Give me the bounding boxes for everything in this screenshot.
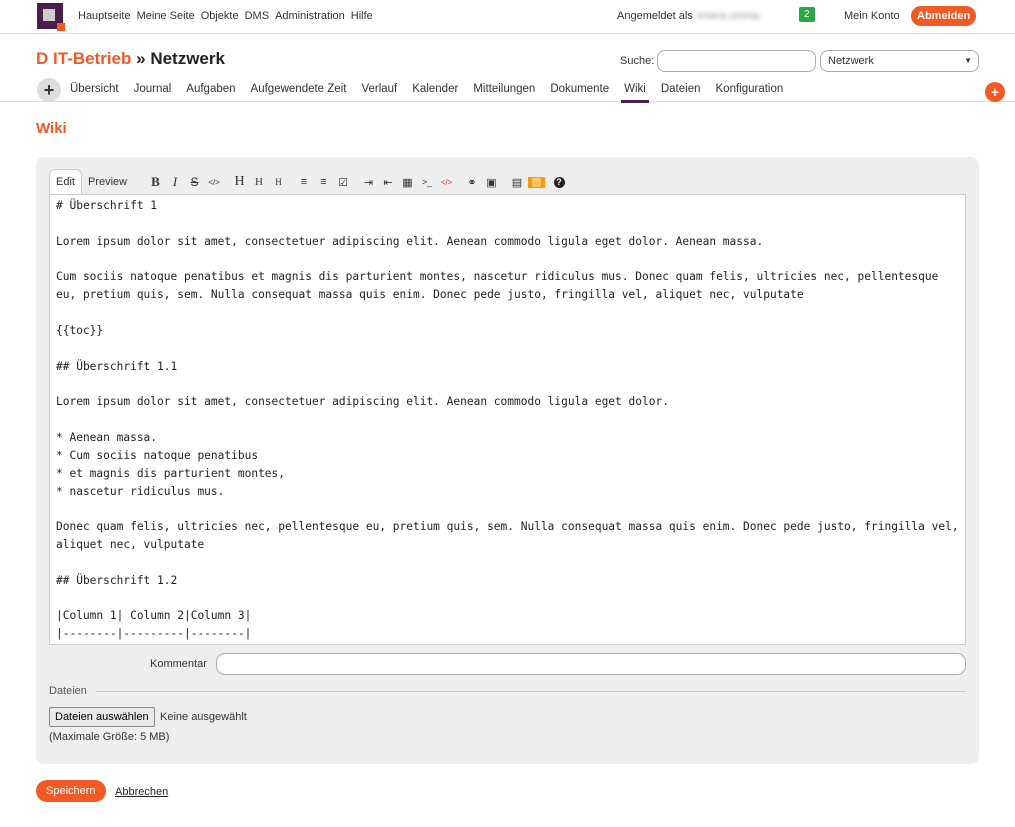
italic-icon[interactable]: I (167, 174, 184, 190)
divider (96, 691, 966, 692)
unordered-list-icon[interactable]: ≡ (296, 176, 313, 188)
page-title: Wiki (36, 120, 67, 137)
choose-files-button[interactable]: Dateien auswählen (49, 707, 155, 727)
heading-1-icon[interactable]: H (231, 174, 248, 190)
heading-2-icon[interactable]: H (251, 176, 268, 188)
tab-time-spent[interactable]: Aufgewendete Zeit (251, 83, 347, 103)
project-select[interactable]: Netzwerk ▼ (820, 50, 979, 72)
max-size-note: (Maximale Größe: 5 MB) (49, 731, 170, 743)
code-highlight-icon[interactable]: </> (438, 178, 455, 187)
header: D IT-Betrieb » Netzwerk Suche: Netzwerk ▼… (0, 34, 1015, 103)
menu-my-page[interactable]: Meine Seite (137, 10, 195, 22)
editor-tabs: Edit Preview (49, 169, 133, 194)
wiki-edit-form: Edit Preview B I S </> H H H ≡ ≡ ☑ ⇥ ⇤ ▦… (36, 157, 979, 764)
tab-documents[interactable]: Dokumente (550, 83, 609, 103)
logged-in-as: Angemeldet als xmera omnia (617, 10, 759, 22)
menu-projects[interactable]: Objekte (201, 10, 239, 22)
project-select-value: Netzwerk (828, 55, 874, 67)
parent-project-link[interactable]: D IT-Betrieb (36, 49, 131, 68)
new-object-button[interactable]: + (37, 78, 61, 102)
project-title: Netzwerk (150, 49, 225, 68)
tab-edit[interactable]: Edit (49, 169, 82, 194)
tab-settings[interactable]: Konfiguration (716, 83, 784, 103)
tab-calendar[interactable]: Kalender (412, 83, 458, 103)
tab-overview[interactable]: Übersicht (70, 83, 119, 103)
strikethrough-icon[interactable]: S (186, 175, 203, 189)
add-button[interactable]: + (985, 82, 1005, 102)
dropdown-arrow-icon: ▼ (964, 56, 972, 65)
pre-icon[interactable]: >_ (419, 177, 436, 187)
inline-code-icon[interactable]: </> (206, 178, 223, 187)
help-icon[interactable]: ? (553, 176, 565, 188)
tab-news[interactable]: Mitteilungen (473, 83, 535, 103)
search-label: Suche: (620, 55, 655, 67)
menu-home[interactable]: Hauptseite (78, 10, 131, 22)
tab-journal[interactable]: Journal (134, 83, 172, 103)
outdent-icon[interactable]: ⇤ (380, 176, 397, 189)
tab-files[interactable]: Dateien (661, 83, 701, 103)
document-icon[interactable]: ▤ (509, 176, 526, 189)
link-icon[interactable]: ⚭ (464, 176, 481, 189)
tab-preview[interactable]: Preview (82, 170, 133, 194)
image-icon[interactable]: ▣ (483, 176, 500, 189)
top-menu: Hauptseite Meine Seite Objekte DMS Admin… (78, 10, 373, 22)
menu-administration[interactable]: Administration (275, 10, 345, 22)
notification-badge[interactable]: 2 (799, 7, 815, 22)
wiki-content-textarea[interactable]: # Überschrift 1 Lorem ipsum dolor sit am… (49, 194, 966, 645)
tab-wiki[interactable]: Wiki (621, 83, 649, 103)
diagram-icon[interactable]: ▧ (528, 176, 545, 188)
ordered-list-icon[interactable]: ≡ (315, 176, 332, 188)
files-legend: Dateien (49, 685, 87, 697)
logged-as-label: Angemeldet als (617, 10, 693, 22)
top-bar: Hauptseite Meine Seite Objekte DMS Admin… (0, 0, 1015, 34)
breadcrumb: D IT-Betrieb » Netzwerk (36, 49, 225, 69)
my-account-link[interactable]: Mein Konto (844, 10, 900, 22)
indent-icon[interactable]: ⇥ (360, 176, 377, 189)
menu-dms[interactable]: DMS (245, 10, 269, 22)
username[interactable]: xmera omnia (696, 10, 760, 22)
bold-icon[interactable]: B (147, 174, 164, 190)
editor-toolbar: B I S </> H H H ≡ ≡ ☑ ⇥ ⇤ ▦ >_ </> ⚭ ▣ ▤… (147, 174, 567, 190)
project-tabs: Übersicht Journal Aufgaben Aufgewendete … (70, 83, 798, 103)
tab-issues[interactable]: Aufgaben (186, 83, 235, 103)
search-input[interactable] (657, 50, 816, 72)
separator: » (131, 49, 151, 68)
tab-activity[interactable]: Verlauf (361, 83, 397, 103)
heading-3-icon[interactable]: H (270, 177, 287, 187)
comment-input[interactable] (216, 653, 966, 675)
no-file-selected: Keine ausgewählt (160, 711, 247, 723)
menu-help[interactable]: Hilfe (351, 10, 373, 22)
save-button[interactable]: Speichern (36, 780, 106, 802)
logo[interactable] (37, 3, 65, 31)
comment-label: Kommentar (150, 658, 207, 670)
table-icon[interactable]: ▦ (399, 176, 416, 189)
logout-button[interactable]: Abmelden (911, 6, 977, 26)
checklist-icon[interactable]: ☑ (335, 176, 352, 189)
cancel-link[interactable]: Abbrechen (115, 786, 168, 798)
